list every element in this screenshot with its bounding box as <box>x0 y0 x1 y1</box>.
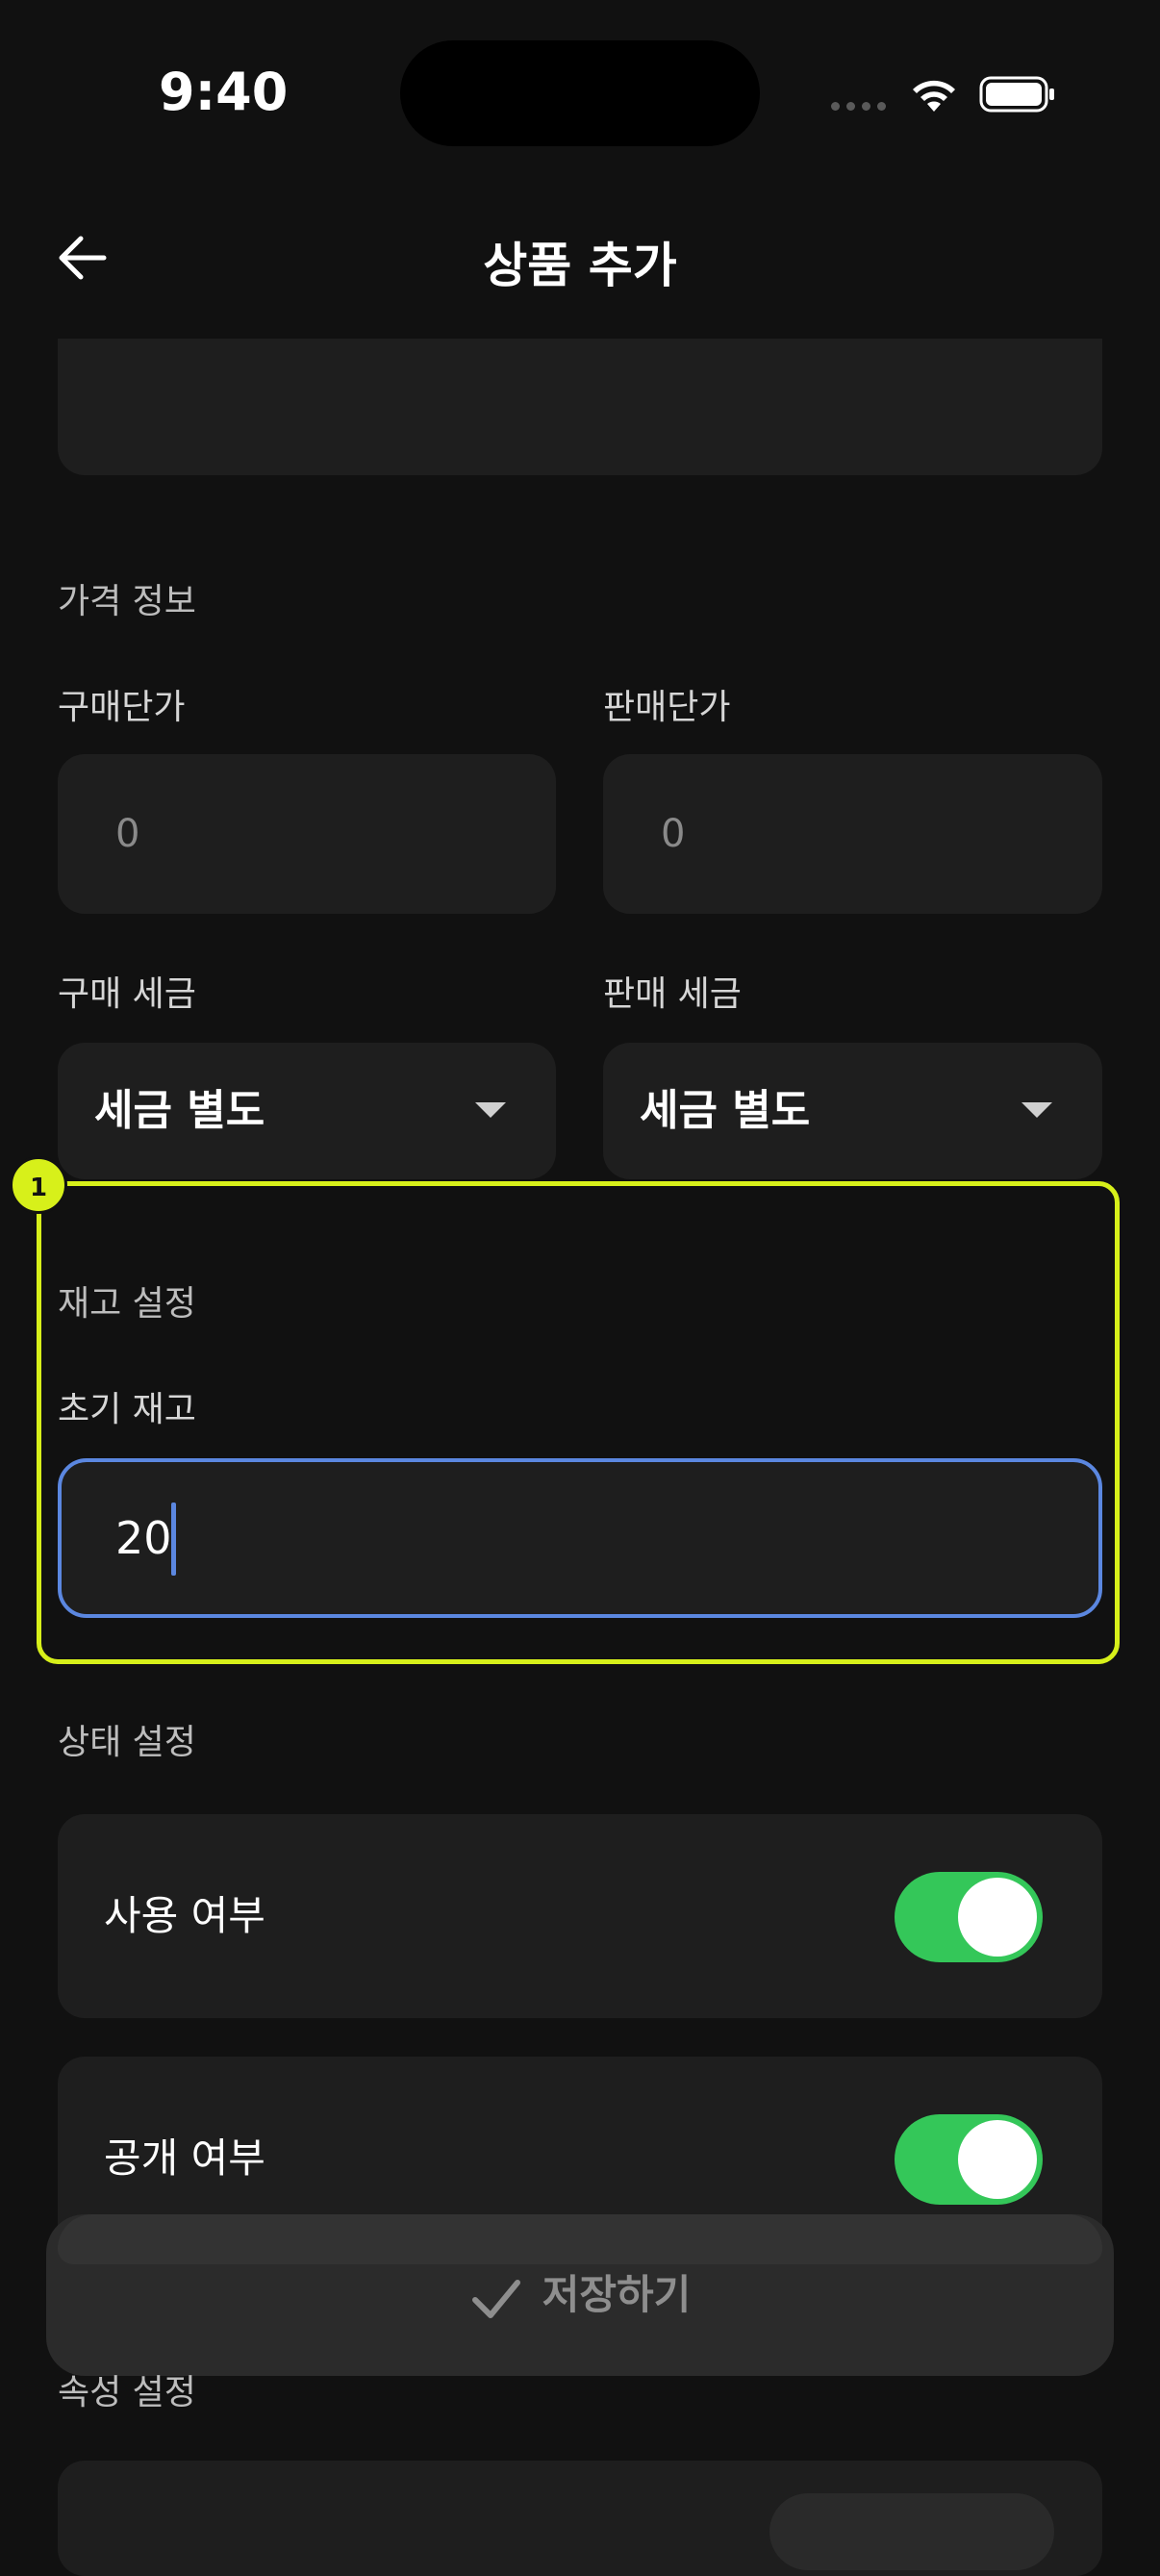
description-field[interactable] <box>58 339 1102 475</box>
status-time: 9:40 <box>159 62 289 122</box>
sale-price-input[interactable]: 0 <box>603 754 1102 914</box>
public-toggle[interactable] <box>895 2114 1043 2205</box>
battery-icon <box>979 76 1054 113</box>
sale-tax-label: 판매 세금 <box>603 974 742 1014</box>
purchase-price-input[interactable]: 0 <box>58 754 556 914</box>
initial-stock-input[interactable]: 20 <box>58 1458 1102 1618</box>
save-button[interactable]: 저장하기 <box>46 2214 1114 2376</box>
check-icon <box>471 2279 520 2318</box>
section-label-attribute: 속성 설정 <box>58 2373 196 2412</box>
purchase-price-placeholder: 0 <box>115 812 140 856</box>
purchase-tax-select[interactable]: 세금 별도 <box>58 1043 556 1179</box>
section-label-stock: 재고 설정 <box>58 1284 196 1324</box>
dynamic-island <box>400 40 760 146</box>
use-label: 사용 여부 <box>104 1892 265 1939</box>
cellular-signal-icon <box>831 100 887 114</box>
caret-down-icon <box>1021 1102 1052 1118</box>
wifi-icon <box>913 80 955 112</box>
use-toggle[interactable] <box>895 1872 1043 1962</box>
highlight-badge: 1 <box>10 1156 67 1214</box>
section-label-price: 가격 정보 <box>58 582 196 621</box>
save-button-label: 저장하기 <box>542 2271 692 2318</box>
save-button-content: 저장하기 <box>46 2214 1114 2376</box>
caret-down-icon <box>475 1102 506 1118</box>
attribute-add-button[interactable] <box>769 2493 1054 2570</box>
toggle-knob <box>958 1878 1037 1957</box>
sale-price-placeholder: 0 <box>661 812 686 856</box>
purchase-price-label: 구매단가 <box>58 688 186 727</box>
sale-tax-select[interactable]: 세금 별도 <box>603 1043 1102 1179</box>
sale-tax-value: 세금 별도 <box>640 1086 811 1135</box>
use-row: 사용 여부 <box>58 1814 1102 2018</box>
purchase-tax-label: 구매 세금 <box>58 974 196 1014</box>
sale-price-label: 판매단가 <box>603 688 731 727</box>
page-title: 상품 추가 <box>483 238 677 293</box>
purchase-tax-value: 세금 별도 <box>94 1086 265 1135</box>
text-cursor <box>171 1503 176 1576</box>
toggle-knob <box>958 2120 1037 2199</box>
initial-stock-value: 20 <box>115 1512 172 1564</box>
initial-stock-label: 초기 재고 <box>58 1390 196 1429</box>
section-label-status: 상태 설정 <box>58 1723 196 1762</box>
